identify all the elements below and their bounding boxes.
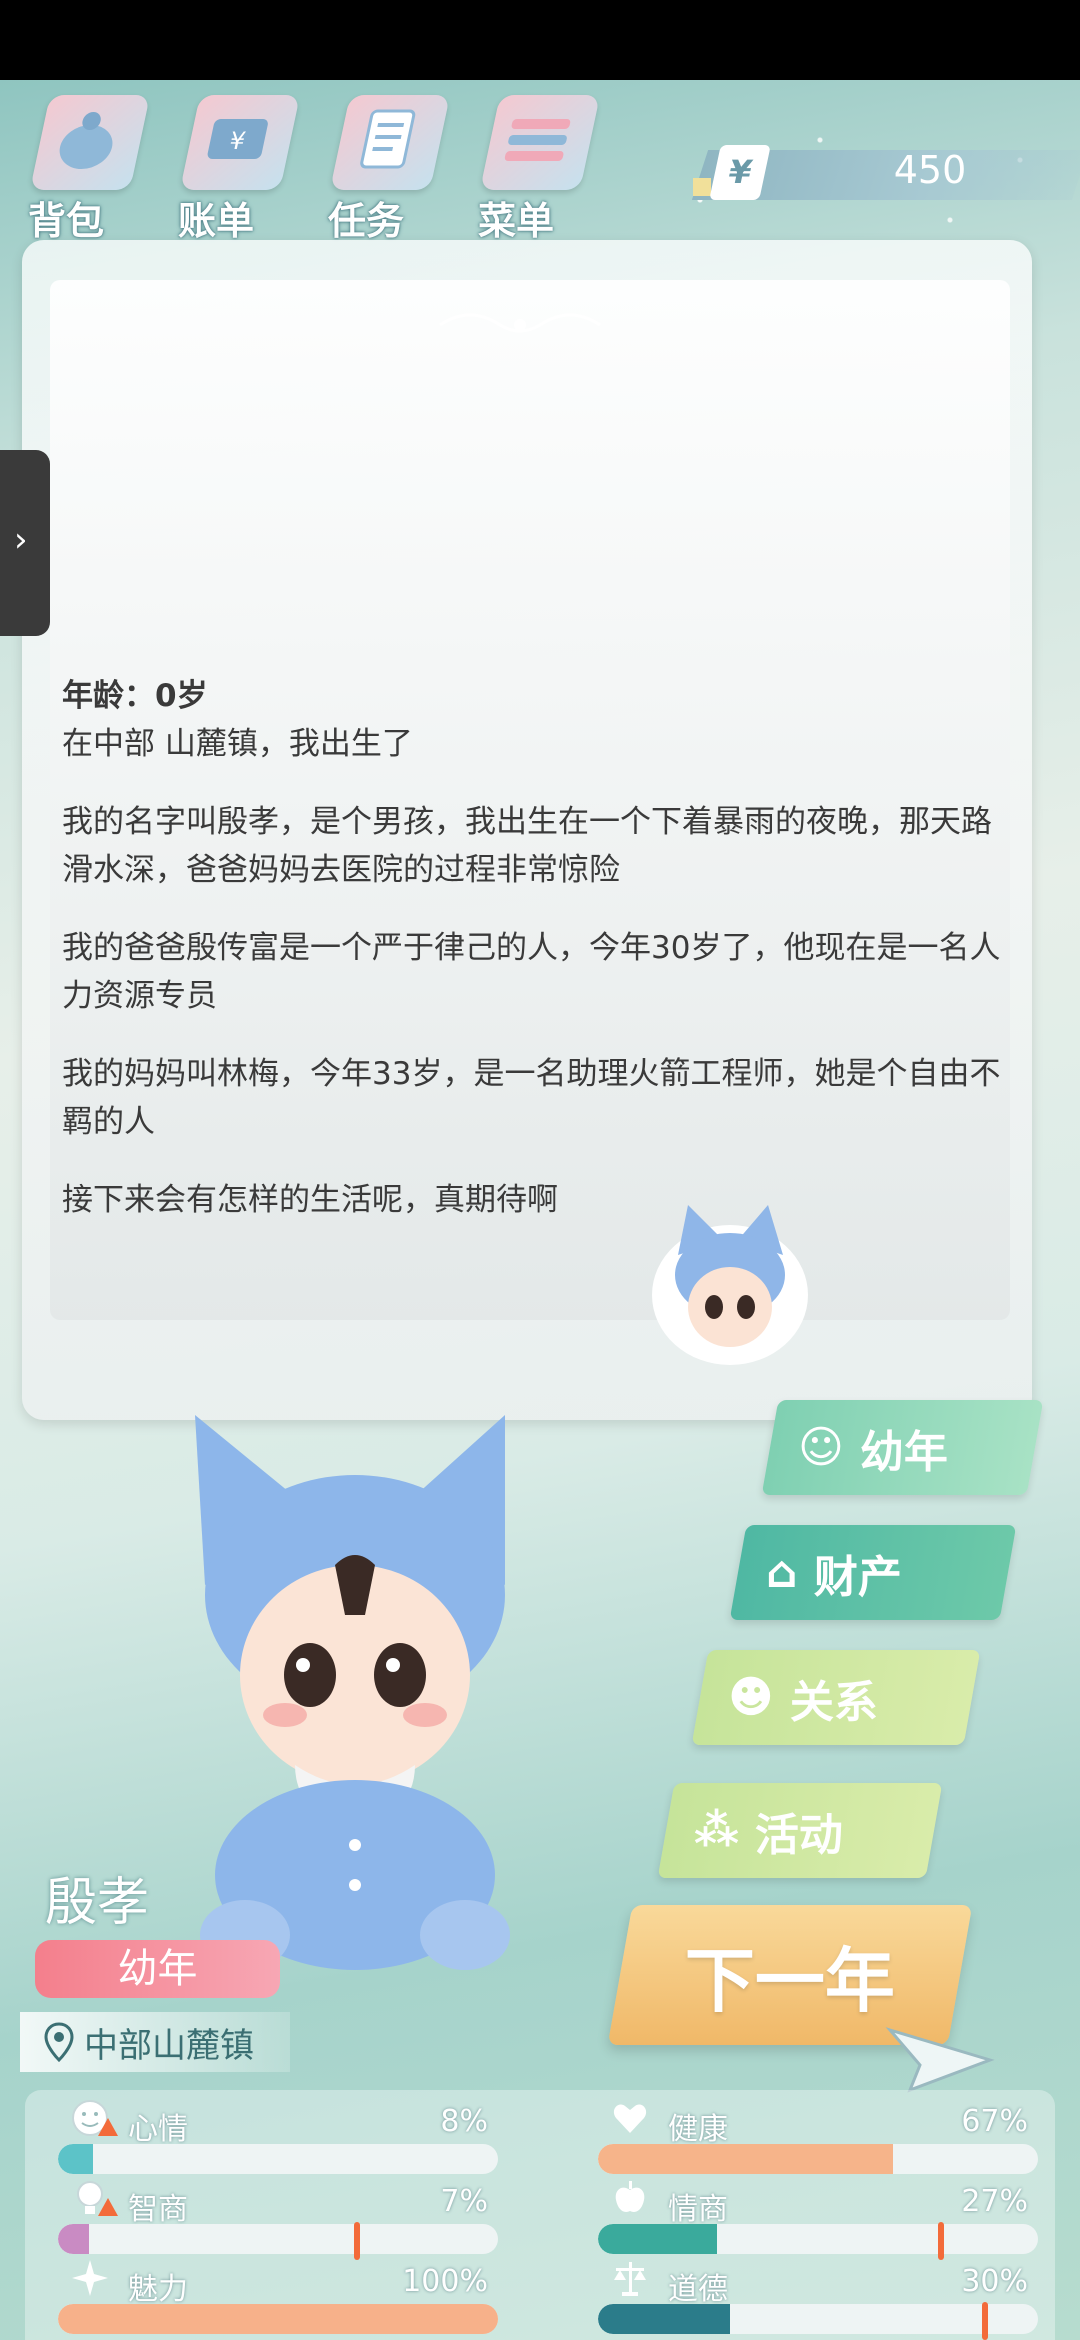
threshold-marker: [938, 2222, 945, 2260]
money-dot: [693, 178, 711, 196]
stat-value: 30%: [961, 2264, 1028, 2299]
menu-label: 菜单: [478, 199, 555, 243]
baby-face-icon: ☺: [798, 1422, 844, 1473]
stage-button-label: 幼年: [859, 1426, 948, 1478]
stat-label: 心情: [128, 2112, 188, 2147]
stat-label: 魅力: [128, 2272, 188, 2307]
stat-health: 健康 67%: [598, 2098, 1038, 2174]
stat-label: 道德: [668, 2272, 728, 2307]
apple-icon: [615, 2181, 645, 2212]
story-paragraph: 接下来会有怎样的生活呢，真期待啊: [62, 1182, 558, 1218]
relations-button-label: 关系: [789, 1676, 878, 1728]
bill-button[interactable]: ¥ 账单: [170, 95, 301, 243]
character-name: 殷孝: [45, 1873, 150, 1933]
story-age: 年龄：0岁: [62, 678, 208, 714]
stat-fill: [598, 2144, 893, 2174]
menu-button[interactable]: 菜单: [470, 95, 601, 243]
stat-track: [598, 2304, 1038, 2334]
task-button[interactable]: 任务: [320, 95, 451, 243]
next-year-label: 下一年: [685, 1939, 895, 2022]
stat-value: 7%: [440, 2184, 488, 2219]
threshold-marker: [354, 2222, 361, 2260]
property-button[interactable]: ⌂ 财产: [729, 1525, 1017, 1620]
task-icon: [329, 95, 451, 190]
status-bar: [0, 0, 1080, 80]
house-icon: ⌂: [766, 1547, 798, 1598]
side-drawer-tab[interactable]: ›: [0, 450, 50, 636]
threshold-marker: [982, 2302, 989, 2340]
task-label: 任务: [328, 199, 405, 243]
relations-button[interactable]: ☻ 关系: [691, 1650, 981, 1745]
location-pin-icon: [44, 2022, 74, 2062]
activity-button-label: 活动: [755, 1809, 844, 1861]
stat-track: [58, 2224, 498, 2254]
activity-dots-icon: ⁂: [694, 1805, 740, 1856]
stat-value: 8%: [440, 2104, 488, 2139]
stat-moral: 道德 30%: [598, 2258, 1038, 2340]
baby-character[interactable]: [175, 1395, 535, 1975]
story-paragraph: 我的名字叫殷孝，是个男孩，我出生在一个下着暴雨的夜晚，那天路滑水深，爸爸妈妈去医…: [62, 804, 992, 888]
stat-track: [598, 2224, 1038, 2254]
stat-eq: 情商 27%: [598, 2178, 1038, 2260]
stat-fill: [58, 2304, 498, 2334]
money-value: 450: [893, 148, 967, 192]
top-nav: 背包 ¥ 账单 任务 菜单: [20, 95, 601, 245]
story-text: 年龄：0岁 在中部 山麓镇，我出生了 我的名字叫殷孝，是个男孩，我出生在一个下着…: [62, 672, 1002, 1254]
chevron-right-icon: ›: [14, 520, 28, 560]
story-paragraph: 我的爸爸殷传富是一个严于律己的人，今年30岁了，他现在是一名人力资源专员: [62, 930, 1001, 1014]
sparkle-icon: [72, 2260, 108, 2296]
stat-fill: [598, 2224, 717, 2254]
ornament-icon: [439, 313, 601, 333]
people-icon: ☻: [728, 1672, 774, 1723]
stat-value: 100%: [402, 2264, 488, 2299]
location-label: 中部山麓镇: [20, 2012, 290, 2072]
stat-value: 27%: [961, 2184, 1028, 2219]
stat-value: 67%: [961, 2104, 1028, 2139]
backpack-button[interactable]: 背包: [20, 95, 151, 243]
warning-icon: [98, 2198, 118, 2216]
stat-fill: [598, 2304, 730, 2334]
stat-fill: [58, 2224, 89, 2254]
stat-charm: 魅力 100%: [58, 2258, 498, 2334]
warning-icon: [98, 2118, 118, 2136]
activity-button[interactable]: ⁂ 活动: [657, 1783, 943, 1878]
menu-icon: [479, 95, 601, 190]
character-sticker-icon: [652, 1205, 808, 1365]
stat-iq: 智商 7%: [58, 2178, 498, 2260]
location-text: 中部山麓镇: [84, 2025, 254, 2066]
stat-track: [598, 2144, 1038, 2174]
bill-label: 账单: [178, 199, 255, 243]
life-stage-badge: 幼年: [35, 1940, 280, 1998]
property-button-label: 财产: [813, 1551, 902, 1603]
backpack-icon: [29, 95, 151, 190]
stat-label: 健康: [668, 2112, 728, 2147]
heart-icon: [613, 2104, 647, 2133]
stage-button[interactable]: ☺ 幼年: [761, 1400, 1044, 1495]
story-paragraph: 我的妈妈叫林梅，今年33岁，是一名助理火箭工程师，她是个自由不羁的人: [62, 1056, 1001, 1140]
stat-fill: [58, 2144, 94, 2174]
stat-label: 智商: [128, 2192, 188, 2227]
bill-icon: ¥: [179, 95, 301, 190]
stat-label: 情商: [668, 2192, 728, 2227]
story-born: 在中部 山麓镇，我出生了: [62, 726, 413, 762]
paper-plane-icon: [885, 2027, 995, 2093]
stat-mood: 心情 8%: [58, 2098, 498, 2174]
stat-track: [58, 2304, 498, 2334]
stat-track: [58, 2144, 498, 2174]
balance-scale-icon: [614, 2262, 646, 2296]
backpack-label: 背包: [28, 199, 105, 243]
